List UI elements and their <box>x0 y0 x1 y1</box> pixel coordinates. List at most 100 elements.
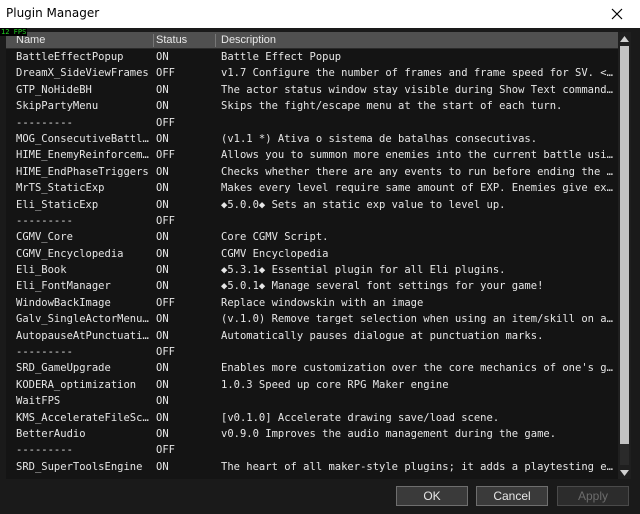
plugin-status: ON <box>156 83 169 96</box>
plugin-name: CGMV_Core <box>16 231 73 244</box>
plugin-description: Makes every level require same amount of… <box>221 182 616 195</box>
plugin-description: 1.0.3 Speed up core RPG Maker engine <box>221 378 449 391</box>
plugin-description: (v1.1 *) Ativa o sistema de batalhas con… <box>221 132 538 145</box>
plugin-status: ON <box>156 378 169 391</box>
scroll-up-button[interactable] <box>618 32 631 45</box>
plugin-row[interactable]: GTP_NoHideBH ON The actor status window st… <box>6 82 618 98</box>
plugin-status: ON <box>156 362 169 375</box>
plugin-name: --------- <box>16 444 73 457</box>
plugin-row[interactable]: MrTS_StaticExp ON Makes every level requir… <box>6 180 618 196</box>
plugin-description: ◆5.0.0◆ Sets an static exp value to leve… <box>221 198 506 211</box>
plugin-name: --------- <box>16 346 73 359</box>
plugin-description: ◆5.0.1◆ Manage several font settings for… <box>221 280 544 293</box>
column-header-name[interactable]: Name <box>12 32 152 48</box>
plugin-status: OFF <box>156 444 175 457</box>
plugin-row[interactable]: --------- OFF <box>6 344 618 360</box>
plugin-name: Eli_Book <box>16 264 67 277</box>
plugin-status: ON <box>156 231 169 244</box>
arrow-down-icon <box>620 469 629 476</box>
plugin-row[interactable]: --------- OFF <box>6 213 618 229</box>
plugin-status: OFF <box>156 116 175 129</box>
plugin-description: Checks whether there are any events to r… <box>221 165 616 178</box>
apply-button[interactable]: Apply <box>557 486 629 506</box>
column-header-description[interactable]: Description <box>217 32 617 48</box>
plugin-name: HIME_EndPhaseTriggers <box>16 165 149 178</box>
plugin-name: BetterAudio <box>16 427 86 440</box>
plugin-row[interactable]: KODERA_optimization ON 1.0.3 Speed up core… <box>6 377 618 393</box>
plugin-row[interactable]: CGMV_Encyclopedia ON CGMV Encyclopedia <box>6 246 618 262</box>
plugin-row[interactable]: Eli_StaticExp ON ◆5.0.0◆ Sets an static ex… <box>6 197 618 213</box>
plugin-row[interactable]: --------- OFF <box>6 442 618 458</box>
plugin-status: ON <box>156 280 169 293</box>
plugin-status: ON <box>156 395 169 408</box>
scrollbar-thumb[interactable] <box>620 46 629 444</box>
plugin-name: SkipPartyMenu <box>16 100 99 113</box>
cancel-button[interactable]: Cancel <box>476 486 548 506</box>
plugin-description: Allows you to summon more enemies into t… <box>221 149 616 162</box>
plugin-row[interactable]: KMS_AccelerateFileScene ON [v0.1.0] Accele… <box>6 410 618 426</box>
plugin-status: ON <box>156 264 169 277</box>
plugin-name: GTP_NoHideBH <box>16 83 92 96</box>
title-bar: Plugin Manager <box>0 0 640 28</box>
plugin-row[interactable]: AutopauseAtPunctuation ON Automatically p… <box>6 328 618 344</box>
plugin-row[interactable]: MOG_ConsecutiveBattles ON (v1.1 *) Ativa o… <box>6 131 618 147</box>
plugin-description: Battle Effect Popup <box>221 51 342 63</box>
plugin-description: Enables more customization over the core… <box>221 362 616 375</box>
plugin-row[interactable]: BattleEffectPopup ON Battle Effect Popup <box>6 49 618 65</box>
plugin-description: Automatically pauses dialogue at punctua… <box>221 329 544 342</box>
vertical-scrollbar[interactable] <box>618 32 631 479</box>
plugin-name: --------- <box>16 116 73 129</box>
plugin-row[interactable]: DreamX_SideViewFrames OFF v1.7 Configure t… <box>6 65 618 81</box>
plugin-row[interactable]: --------- OFF <box>6 115 618 131</box>
plugin-status: OFF <box>156 296 175 309</box>
plugin-row[interactable]: HIME_EnemyReinforcements OFF Allows you to… <box>6 147 618 163</box>
plugin-rows: BattleEffectPopup ON Battle Effect Popup Dr… <box>6 49 618 479</box>
plugin-description: [v0.1.0] Accelerate drawing save/load sc… <box>221 411 500 424</box>
plugin-description: The actor status window stay visible dur… <box>221 83 616 96</box>
plugin-row[interactable]: WaitFPS ON <box>6 393 618 409</box>
plugin-name: BattleEffectPopup <box>16 51 124 63</box>
plugin-name: MOG_ConsecutiveBattles <box>16 132 152 145</box>
plugin-status: ON <box>156 165 169 178</box>
fps-counter: 12 FPS <box>0 28 28 36</box>
close-icon <box>611 8 623 20</box>
plugin-description: (v.1.0) Remove target selection when usi… <box>221 313 616 326</box>
plugin-row[interactable]: Eli_Book ON ◆5.3.1◆ Essential plugin for a… <box>6 262 618 278</box>
plugin-status: ON <box>156 100 169 113</box>
ok-button[interactable]: OK <box>396 486 468 506</box>
plugin-row[interactable]: WindowBackImage OFF Replace windowskin wit… <box>6 295 618 311</box>
scroll-down-button[interactable] <box>618 466 631 479</box>
window-title: Plugin Manager <box>6 6 100 20</box>
plugin-status: OFF <box>156 149 175 162</box>
plugin-name: --------- <box>16 214 73 227</box>
plugin-row[interactable]: Eli_FontManager ON ◆5.0.1◆ Manage several … <box>6 278 618 294</box>
plugin-status: ON <box>156 411 169 424</box>
plugin-row[interactable]: Galv_SingleActorMenuTarget ON (v.1.0) Remo… <box>6 311 618 327</box>
column-divider <box>215 34 216 47</box>
plugin-description: The heart of all maker-style plugins; it… <box>221 460 616 473</box>
plugin-name: SRD_SuperToolsEngine <box>16 460 143 473</box>
plugin-status: ON <box>156 247 169 260</box>
plugin-name: AutopauseAtPunctuation <box>16 329 152 342</box>
plugin-row[interactable]: SRD_GameUpgrade ON Enables more customizat… <box>6 360 618 376</box>
plugin-row[interactable]: SRD_SuperToolsEngine ON The heart of all m… <box>6 459 618 475</box>
plugin-name: MrTS_StaticExp <box>16 182 105 195</box>
plugin-name: KMS_AccelerateFileScene <box>16 411 152 424</box>
plugin-row[interactable]: HIME_EndPhaseTriggers ON Checks whether th… <box>6 164 618 180</box>
plugin-description: ◆5.3.1◆ Essential plugin for all Eli plu… <box>221 264 506 277</box>
close-button[interactable] <box>594 0 640 28</box>
scrollbar-track[interactable] <box>620 46 629 465</box>
plugin-status: ON <box>156 132 169 145</box>
plugin-status: ON <box>156 182 169 195</box>
plugin-status: ON <box>156 460 169 473</box>
plugin-row[interactable]: CGMV_Core ON Core CGMV Script. <box>6 229 618 245</box>
column-header-status[interactable]: Status <box>152 32 214 48</box>
plugin-status: ON <box>156 51 169 63</box>
plugin-row[interactable]: SkipPartyMenu ON Skips the fight/escape me… <box>6 98 618 114</box>
plugin-name: SRD_GameUpgrade <box>16 362 111 375</box>
plugin-status: OFF <box>156 346 175 359</box>
plugin-description: Skips the fight/escape menu at the start… <box>221 100 563 113</box>
plugin-name: WindowBackImage <box>16 296 111 309</box>
plugin-name: KODERA_optimization <box>16 378 137 391</box>
plugin-row[interactable]: BetterAudio ON v0.9.0 Improves the audio m… <box>6 426 618 442</box>
